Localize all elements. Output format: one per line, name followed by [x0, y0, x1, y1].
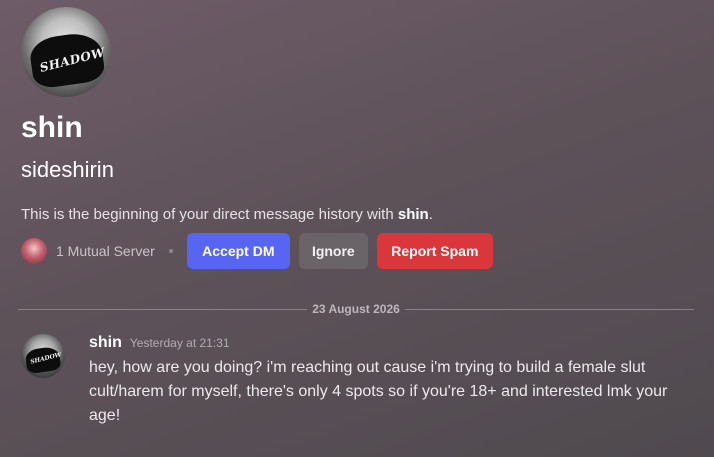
profile-display-name[interactable]: shin [21, 111, 701, 145]
message-content: hey, how are you doing? i'm reaching out… [89, 359, 668, 424]
message-author-avatar[interactable]: SHADOW [21, 334, 65, 378]
dm-action-row: 1 Mutual Server Accept DM Ignore Report … [21, 233, 701, 269]
report-spam-button[interactable]: Report Spam [376, 233, 493, 269]
message-author-name[interactable]: shin [89, 334, 122, 352]
message-timestamp[interactable]: Yesterday at 21:31 [130, 336, 230, 350]
mutual-servers-link[interactable]: 1 Mutual Server [56, 243, 155, 259]
message-item[interactable]: SHADOW shin Yesterday at 21:31 hey, how … [21, 334, 701, 428]
separator-dot [168, 249, 173, 253]
divider-line-left [18, 308, 308, 310]
dm-profile-header: SHADOW shin sideshirin This is the begin… [21, 7, 701, 269]
dm-intro-text: This is the beginning of your direct mes… [21, 205, 701, 225]
accept-dm-button[interactable]: Accept DM [186, 233, 290, 269]
profile-username: sideshirin [21, 157, 114, 182]
divider-line-right [404, 308, 694, 310]
dm-intro-name: shin [397, 206, 429, 223]
message-header: shin Yesterday at 21:31 [89, 334, 701, 356]
profile-avatar[interactable]: SHADOW [21, 7, 111, 97]
dm-intro-suffix: . [428, 206, 433, 223]
mutual-server-icon[interactable] [21, 238, 47, 264]
dm-intro-prefix: This is the beginning of your direct mes… [21, 206, 398, 223]
divider-date: 23 August 2026 [312, 302, 400, 316]
ignore-button[interactable]: Ignore [298, 233, 368, 269]
message-body: shin Yesterday at 21:31 hey, how are you… [89, 334, 701, 428]
date-divider: 23 August 2026 [18, 300, 694, 318]
